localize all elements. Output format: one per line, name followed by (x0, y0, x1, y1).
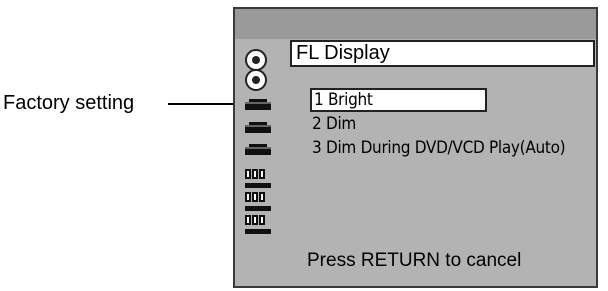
factory-setting-callout: Factory setting (3, 92, 135, 114)
menu-list: 1 Bright 2 Dim 3 Dim During DVD/VCD Play… (310, 88, 595, 160)
menu-title: FL Display (290, 40, 595, 67)
device-icon[interactable] (245, 99, 271, 111)
speaker-icon[interactable] (245, 190, 271, 212)
device-icon[interactable] (245, 122, 271, 134)
menu-item-dim-auto[interactable]: 3 Dim During DVD/VCD Play(Auto) (310, 136, 595, 160)
osd-menu-panel: FL Display 1 Bright 2 Dim 3 Dim During D… (233, 7, 598, 288)
speaker-icon[interactable] (245, 167, 271, 189)
disc-icon[interactable] (245, 69, 267, 91)
disc-icon[interactable] (245, 49, 267, 71)
panel-top-bar (235, 9, 596, 39)
device-icon[interactable] (245, 144, 271, 156)
speaker-icon[interactable] (245, 213, 271, 235)
menu-item-bright[interactable]: 1 Bright (310, 88, 487, 112)
menu-item-dim[interactable]: 2 Dim (310, 112, 595, 136)
footer-hint: Press RETURN to cancel (307, 250, 522, 271)
page: Factory setting FL Display 1 Bright 2 Di… (0, 0, 608, 291)
